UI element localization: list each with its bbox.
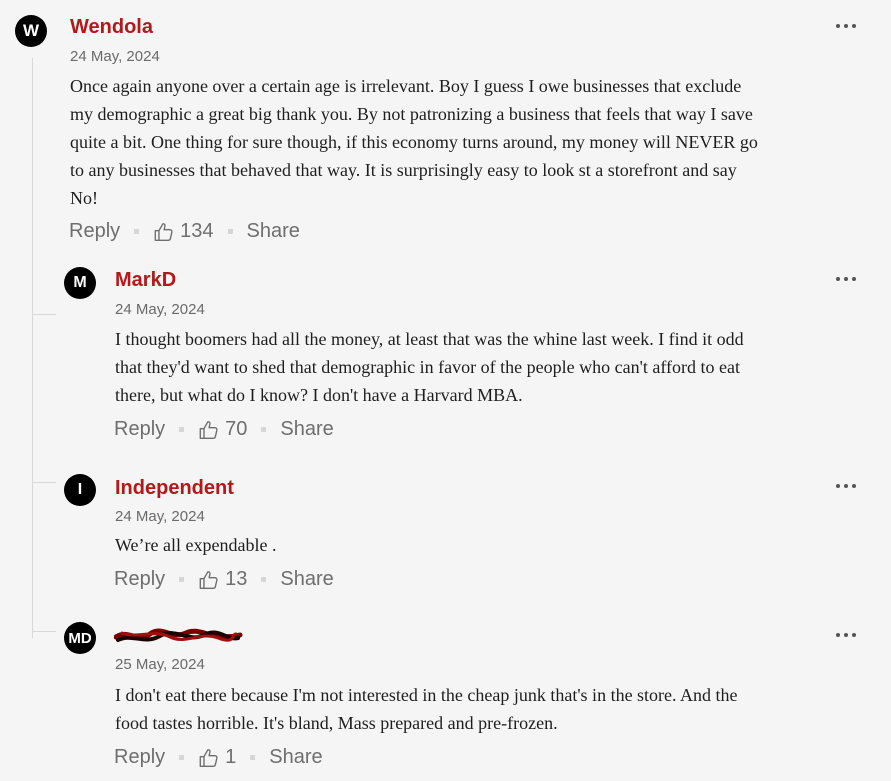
thumbs-up-icon <box>199 748 218 767</box>
avatar-initials: MD <box>68 629 92 647</box>
like-count: 1 <box>225 746 237 768</box>
like-button[interactable]: 1 <box>198 746 236 769</box>
comment-thread: W Wendola 24 May, 2024 Once again anyone… <box>0 0 891 781</box>
comment-actions: Reply 1 Share <box>114 746 323 769</box>
comment-line: food tastes horrible. It's bland, Mass p… <box>115 713 558 733</box>
reply-button[interactable]: Reply <box>114 746 165 769</box>
redacted-author-scribble <box>114 628 243 642</box>
separator <box>179 755 185 760</box>
reply-comment: MD 25 May, 2024 I don't eat there becaus… <box>0 0 891 781</box>
avatar[interactable]: MD <box>64 622 96 654</box>
share-button[interactable]: Share <box>269 746 322 769</box>
comment-date: 25 May, 2024 <box>115 656 205 673</box>
more-options-button[interactable] <box>836 630 856 640</box>
comment-line: I don't eat there because I'm not intere… <box>115 685 738 705</box>
comment-body: I don't eat there because I'm not intere… <box>115 681 875 737</box>
separator <box>250 755 256 760</box>
